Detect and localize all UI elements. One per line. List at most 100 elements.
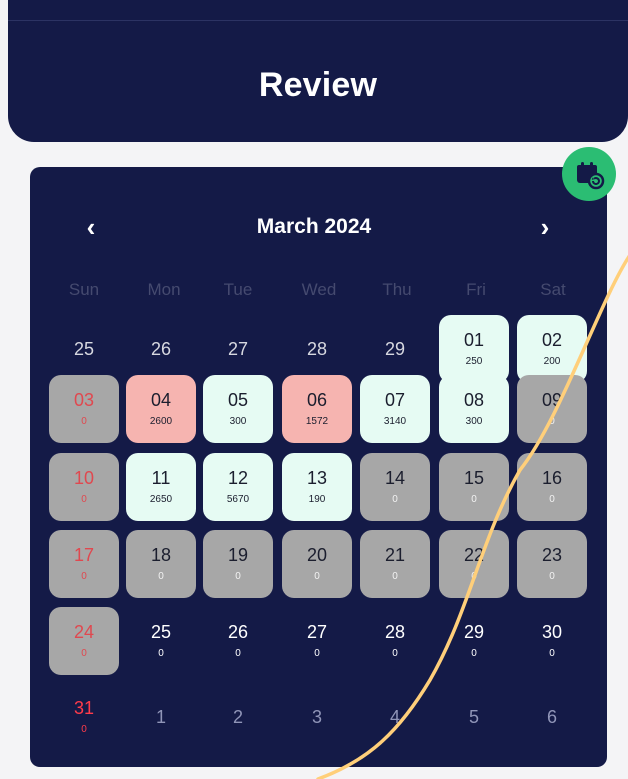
calendar-day-3-4[interactable]: 13 190	[282, 453, 352, 521]
day-number: 11	[151, 468, 171, 488]
day-number: 01	[463, 330, 485, 350]
day-number: 10	[73, 468, 95, 488]
calendar-day-4-2[interactable]: 18 0	[126, 530, 196, 598]
calendar-day-2-6[interactable]: 08 300	[439, 375, 509, 443]
day-number: 07	[384, 390, 406, 410]
calendar-day-6-4[interactable]: 3	[282, 683, 352, 751]
calendar-day-5-7[interactable]: 30 0	[517, 607, 587, 675]
calendar-day-2-2[interactable]: 04 2600	[126, 375, 196, 443]
day-count: 0	[314, 571, 320, 582]
calendar-day-5-1[interactable]: 24 0	[49, 607, 119, 675]
day-number: 4	[389, 707, 400, 727]
day-number: 26	[227, 622, 249, 642]
calendar-day-5-4[interactable]: 27 0	[282, 607, 352, 675]
calendar-day-2-7[interactable]: 09 0	[517, 375, 587, 443]
day-number: 31	[73, 698, 95, 718]
day-count: 300	[465, 416, 483, 427]
day-number: 27	[306, 622, 328, 642]
day-number: 25	[150, 622, 172, 642]
day-number: 5	[468, 707, 479, 727]
day-number: 29	[384, 339, 406, 359]
calendar-day-6-1[interactable]: 31 0	[49, 683, 119, 751]
day-count: 0	[471, 571, 477, 582]
day-number: 23	[541, 545, 563, 565]
calendar-day-5-5[interactable]: 28 0	[360, 607, 430, 675]
day-number: 12	[227, 468, 249, 488]
calendar-day-3-7[interactable]: 16 0	[517, 453, 587, 521]
day-number: 18	[150, 545, 172, 565]
day-count: 0	[81, 494, 87, 505]
calendar-day-4-7[interactable]: 23 0	[517, 530, 587, 598]
calendar-day-5-2[interactable]: 25 0	[126, 607, 196, 675]
day-count: 250	[465, 356, 483, 367]
calendar-day-6-3[interactable]: 2	[203, 683, 273, 751]
calendar-day-2-1[interactable]: 03 0	[49, 375, 119, 443]
day-number: 06	[306, 390, 328, 410]
calendar-day-3-3[interactable]: 12 5670	[203, 453, 273, 521]
day-number: 14	[384, 468, 406, 488]
day-count: 2600	[149, 416, 173, 427]
calendar-day-3-1[interactable]: 10 0	[49, 453, 119, 521]
calendar-day-grid: 25 26 27 28 29 01 250 02 200 03 0 04 2600 05 300 06 1572…	[0, 0, 628, 779]
calendar-day-3-5[interactable]: 14 0	[360, 453, 430, 521]
calendar-day-1-1[interactable]: 25	[49, 315, 119, 383]
calendar-day-2-5[interactable]: 07 3140	[360, 375, 430, 443]
day-number: 1	[155, 707, 166, 727]
calendar-day-4-4[interactable]: 20 0	[282, 530, 352, 598]
day-count: 0	[314, 648, 320, 659]
day-count: 5670	[226, 494, 250, 505]
calendar-day-4-1[interactable]: 17 0	[49, 530, 119, 598]
calendar-day-5-6[interactable]: 29 0	[439, 607, 509, 675]
calendar-day-3-6[interactable]: 15 0	[439, 453, 509, 521]
calendar-day-4-5[interactable]: 21 0	[360, 530, 430, 598]
day-count: 0	[81, 416, 87, 427]
calendar-day-2-4[interactable]: 06 1572	[282, 375, 352, 443]
calendar-day-6-7[interactable]: 6	[517, 683, 587, 751]
calendar-refresh-icon	[577, 162, 605, 190]
calendar-day-1-4[interactable]: 28	[282, 315, 352, 383]
calendar-day-6-2[interactable]: 1	[126, 683, 196, 751]
day-count: 0	[392, 648, 398, 659]
day-number: 25	[73, 339, 95, 359]
day-number: 21	[384, 545, 406, 565]
calendar-day-5-3[interactable]: 26 0	[203, 607, 273, 675]
day-count: 0	[549, 648, 555, 659]
calendar-day-1-7[interactable]: 02 200	[517, 315, 587, 383]
calendar-day-1-2[interactable]: 26	[126, 315, 196, 383]
calendar-day-1-6[interactable]: 01 250	[439, 315, 509, 383]
calendar-day-3-2[interactable]: 11 2650	[126, 453, 196, 521]
day-count: 0	[158, 571, 164, 582]
calendar-day-6-5[interactable]: 4	[360, 683, 430, 751]
day-count: 0	[158, 648, 164, 659]
day-count: 0	[81, 571, 87, 582]
day-number: 28	[384, 622, 406, 642]
day-number: 30	[541, 622, 563, 642]
day-number: 13	[306, 468, 328, 488]
day-number: 3	[311, 707, 322, 727]
day-count: 200	[543, 356, 561, 367]
day-number: 17	[73, 545, 95, 565]
day-count: 3140	[383, 416, 407, 427]
day-number: 28	[306, 339, 328, 359]
day-number: 02	[541, 330, 563, 350]
day-number: 29	[463, 622, 485, 642]
calendar-day-6-6[interactable]: 5	[439, 683, 509, 751]
day-count: 1572	[305, 416, 329, 427]
calendar-day-4-6[interactable]: 22 0	[439, 530, 509, 598]
calendar-day-2-3[interactable]: 05 300	[203, 375, 273, 443]
day-count: 0	[235, 571, 241, 582]
calendar-day-1-3[interactable]: 27	[203, 315, 273, 383]
day-number: 6	[546, 707, 557, 727]
day-number: 20	[306, 545, 328, 565]
day-count: 0	[549, 416, 555, 427]
day-number: 08	[463, 390, 485, 410]
day-number: 2	[232, 707, 243, 727]
day-count: 0	[392, 494, 398, 505]
calendar-day-4-3[interactable]: 19 0	[203, 530, 273, 598]
day-number: 19	[227, 545, 249, 565]
day-count: 0	[471, 494, 477, 505]
calendar-refresh-button[interactable]	[562, 147, 616, 201]
day-count: 0	[392, 571, 398, 582]
calendar-day-1-5[interactable]: 29	[360, 315, 430, 383]
day-count: 0	[81, 648, 87, 659]
